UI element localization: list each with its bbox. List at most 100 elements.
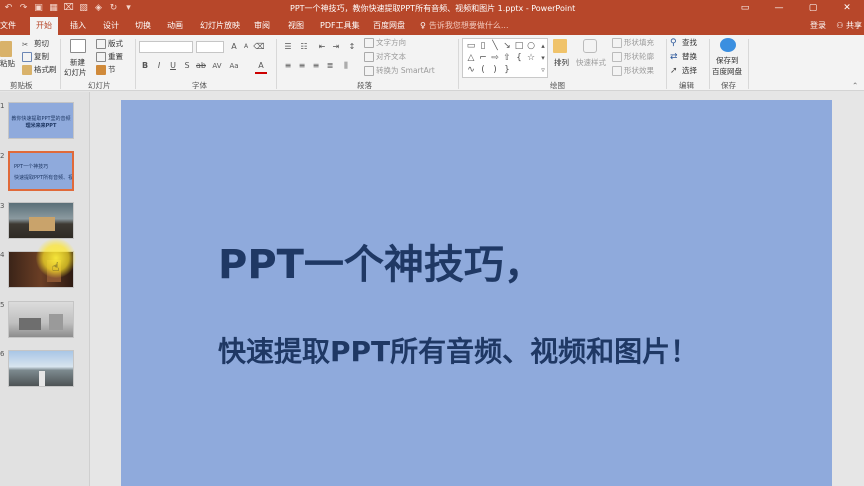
undo-icon[interactable]: ↶ (2, 2, 15, 15)
numbering-icon[interactable]: ☷ (298, 41, 310, 53)
line-spacing-icon[interactable]: ↕ (346, 41, 358, 53)
curve-shape-icon[interactable]: ∿ (465, 64, 477, 76)
tab-slideshow[interactable]: 幻灯片放映 (200, 17, 240, 35)
align-center-icon[interactable]: ≡ (296, 60, 308, 72)
copy-button[interactable]: 复制 (22, 51, 49, 62)
tab-design[interactable]: 设计 (103, 17, 119, 35)
tab-pdf-tools[interactable]: PDF工具集 (320, 17, 360, 35)
ribbon-display-button[interactable]: ▭ (728, 0, 762, 17)
columns-icon[interactable]: ⫼ (340, 60, 352, 72)
slide-thumbnail-1[interactable]: 教你快速提取PPT里的音频 理米来来PPT (8, 102, 74, 139)
format-painter-button[interactable]: 格式刷 (22, 64, 57, 75)
collapse-ribbon-icon[interactable]: ⌃ (852, 80, 858, 91)
vertical-textbox-shape-icon[interactable]: ▯ (477, 40, 489, 52)
layout-button[interactable]: 版式 (96, 38, 123, 49)
customize-qat-icon[interactable]: ▾ (122, 2, 135, 15)
font-name-combo[interactable] (139, 41, 193, 53)
repeat-icon[interactable]: ↻ (107, 2, 120, 15)
shape-outline-button[interactable]: 形状轮廓 (612, 51, 654, 62)
shape-icon[interactable]: ◈ (92, 2, 105, 15)
maximize-button[interactable]: ▢ (796, 0, 830, 17)
arrow-shape-icon[interactable]: ↘ (501, 40, 513, 52)
char-spacing-button[interactable]: AV (211, 60, 223, 72)
minimize-button[interactable]: — (762, 0, 796, 17)
brace-right-shape-icon[interactable]: } (501, 64, 513, 76)
tell-me-box[interactable]: ♀ 告诉我您想要做什么... (420, 17, 509, 35)
align-text-button[interactable]: 对齐文本 (364, 51, 406, 62)
textbox-shape-icon[interactable]: ▭ (465, 40, 477, 52)
save-to-netdisk-button[interactable] (720, 38, 738, 52)
tab-baidu-netdisk[interactable]: 百度网盘 (373, 17, 405, 35)
font-color-button[interactable]: A (255, 60, 267, 74)
smartart-button[interactable]: 转换为 SmartArt (364, 65, 435, 76)
shape-effects-button[interactable]: 形状效果 (612, 65, 654, 76)
clear-format-icon[interactable]: ⌫ (253, 41, 265, 53)
shrink-font-icon[interactable]: A (240, 41, 252, 53)
replace-button[interactable]: ⇄ 替换 (670, 51, 697, 62)
image-icon[interactable]: ▧ (77, 2, 90, 15)
tab-animations[interactable]: 动画 (167, 17, 183, 35)
gallery-more-icon[interactable]: ▿ (537, 64, 549, 76)
table-icon[interactable]: ⌧ (62, 2, 75, 15)
tab-home[interactable]: 开始 (30, 17, 58, 35)
slide-subtitle-text[interactable]: 快速提取PPT所有音频、视频和图片！ (218, 330, 698, 370)
grow-font-icon[interactable]: A (228, 41, 240, 53)
corner-shape-icon[interactable]: ⌐ (477, 52, 489, 64)
bracket-shape-icon[interactable]: ( (477, 64, 489, 76)
triangle-shape-icon[interactable]: △ (465, 52, 477, 64)
quick-styles-button[interactable] (583, 39, 599, 53)
slide-thumbnail-2[interactable]: PPT一个神技巧 快速提取PPT所有音频、视频 (8, 151, 74, 191)
line-shape-icon[interactable]: ╲ (489, 40, 501, 52)
gallery-scroll-up-icon[interactable]: ▴ (537, 40, 549, 52)
justify-icon[interactable]: ≣ (324, 60, 336, 72)
find-button[interactable]: ⚲ 查找 (670, 37, 697, 48)
right-arrow-shape-icon[interactable]: ⇨ (489, 52, 501, 64)
align-right-icon[interactable]: ≡ (310, 60, 322, 72)
save-icon[interactable]: ▣ (32, 2, 45, 15)
login-link[interactable]: 登录 (810, 17, 826, 35)
increase-indent-icon[interactable]: ⇥ (330, 41, 342, 53)
rectangle-shape-icon[interactable]: □ (513, 40, 525, 52)
reset-button[interactable]: 重置 (96, 51, 123, 62)
up-arrow-shape-icon[interactable]: ⇧ (501, 52, 513, 64)
slideshow-icon[interactable]: ▦ (47, 2, 60, 15)
slide-thumbnail-5[interactable] (8, 301, 74, 338)
close-bracket-shape-icon[interactable]: ) (489, 64, 501, 76)
slide-thumbnail-6[interactable] (8, 350, 74, 387)
font-size-combo[interactable] (196, 41, 224, 53)
current-slide[interactable]: PPT一个神技巧， 快速提取PPT所有音频、视频和图片！ (121, 100, 832, 486)
strikethrough-button[interactable]: ab (195, 60, 207, 72)
text-direction-button[interactable]: 文字方向 (364, 37, 406, 48)
slide-title-text[interactable]: PPT一个神技巧， (218, 232, 544, 290)
close-button[interactable]: ✕ (830, 0, 864, 17)
change-case-button[interactable]: Aa (228, 60, 240, 72)
decrease-indent-icon[interactable]: ⇤ (316, 41, 328, 53)
align-left-icon[interactable]: ≡ (282, 60, 294, 72)
select-button[interactable]: ➚ 选择 (670, 65, 697, 76)
shadow-button[interactable]: S (181, 60, 193, 72)
paste-button[interactable] (0, 41, 14, 57)
tab-file[interactable]: 文件 (0, 17, 16, 35)
section-button[interactable]: 节 (96, 64, 116, 75)
star-shape-icon[interactable]: ☆ (525, 52, 537, 64)
tab-transitions[interactable]: 切换 (135, 17, 151, 35)
italic-button[interactable]: I (153, 60, 165, 72)
tab-view[interactable]: 视图 (288, 17, 304, 35)
arrange-button[interactable] (553, 39, 569, 53)
shapes-gallery[interactable]: ▭ ▯ ╲ ↘ □ ○ △ ⌐ ⇨ ⇧ { ☆ ∿ ( ) } ▴ ▾ ▿ (462, 38, 548, 78)
gallery-scroll-down-icon[interactable]: ▾ (537, 52, 549, 64)
section-label: 节 (108, 65, 116, 74)
share-button[interactable]: ⚇ 共享 (836, 17, 862, 35)
slide-thumbnail-3[interactable] (8, 202, 74, 239)
underline-button[interactable]: U (167, 60, 179, 72)
redo-icon[interactable]: ↷ (17, 2, 30, 15)
tab-review[interactable]: 审阅 (254, 17, 270, 35)
tab-insert[interactable]: 插入 (70, 17, 86, 35)
brace-shape-icon[interactable]: { (513, 52, 525, 64)
bold-button[interactable]: B (139, 60, 151, 72)
oval-shape-icon[interactable]: ○ (525, 40, 537, 52)
cut-button[interactable]: ✂ 剪切 (22, 38, 49, 49)
bullets-icon[interactable]: ☰ (282, 41, 294, 53)
new-slide-button[interactable] (70, 39, 88, 53)
shape-fill-button[interactable]: 形状填充 (612, 37, 654, 48)
